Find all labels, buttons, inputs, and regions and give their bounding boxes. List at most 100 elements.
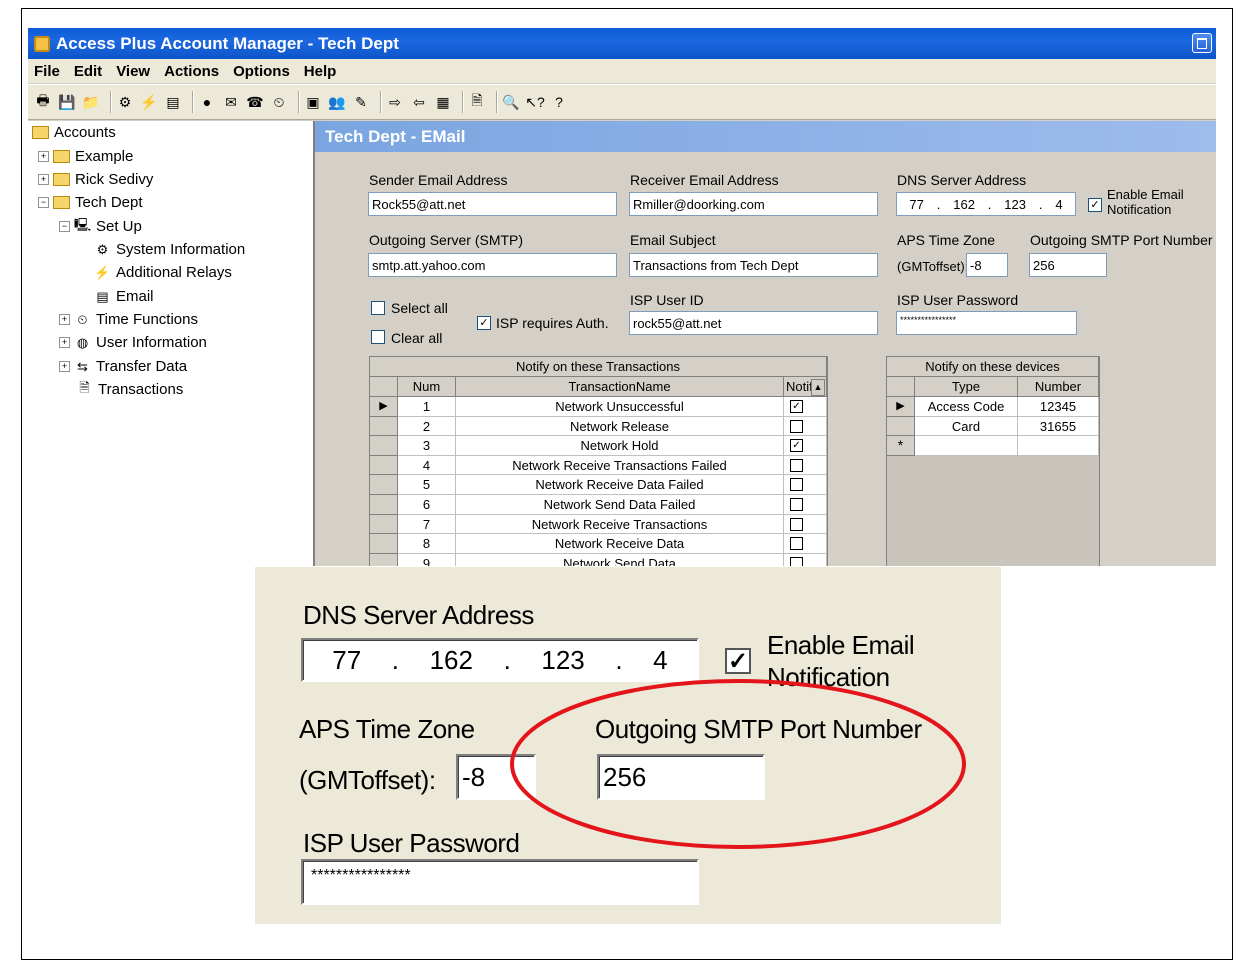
forward-arrow-icon[interactable]: ⇨	[386, 93, 404, 111]
collapse-icon[interactable]: −	[38, 197, 49, 208]
tree-item-user-information[interactable]: + ◍ User Information	[59, 334, 207, 351]
tree-item-system-information[interactable]: ⚙ System Information	[94, 241, 246, 258]
form-icon[interactable]: ▤	[164, 93, 182, 111]
tree-item-accounts[interactable]: Accounts	[32, 124, 116, 141]
expand-icon[interactable]: +	[59, 361, 70, 372]
relay-icon[interactable]: ⚡	[140, 93, 158, 111]
row-selector[interactable]	[370, 514, 398, 535]
row-selector[interactable]	[370, 534, 398, 554]
expand-icon[interactable]: +	[38, 151, 49, 162]
gmt-offset-field[interactable]: -8	[966, 253, 1008, 277]
users-icon[interactable]: 👥	[328, 93, 346, 111]
notify-checkbox[interactable]: ✓	[790, 400, 803, 413]
device-type-cell[interactable]: Card	[915, 416, 1018, 437]
row-selector[interactable]	[370, 416, 398, 437]
dns-server-field[interactable]: 77. 162. 123. 4	[896, 192, 1076, 216]
select-all-checkbox[interactable]	[371, 301, 385, 315]
tree-item-transactions[interactable]: 🗎 Transactions	[76, 380, 183, 399]
print-icon[interactable]: 🖶	[34, 92, 52, 111]
device-number-cell[interactable]	[1018, 436, 1099, 456]
current-row-pointer[interactable]: ▶	[887, 397, 915, 417]
expand-icon[interactable]: +	[59, 337, 70, 348]
number-header[interactable]: Number	[1018, 377, 1099, 397]
transaction-name-header[interactable]: TransactionName	[456, 377, 784, 397]
current-row-pointer[interactable]: ▶	[370, 397, 398, 417]
isp-user-label: ISP User ID	[630, 292, 704, 308]
context-help-icon[interactable]: ↖?	[525, 93, 545, 111]
row-selector[interactable]	[370, 553, 398, 566]
zoom-gmt-offset-field[interactable]: -8	[456, 754, 536, 800]
tree-item-tech-dept[interactable]: − Tech Dept	[38, 194, 143, 211]
notify-checkbox[interactable]	[790, 419, 803, 433]
tree-item-additional-relays[interactable]: ⚡ Additional Relays	[94, 264, 232, 281]
tree-item-set-up[interactable]: − 🖳 Set Up	[59, 217, 142, 235]
back-arrow-icon[interactable]: ⇦	[410, 93, 428, 111]
system-icon[interactable]: ⚙	[116, 93, 134, 111]
device-type-cell[interactable]: Access Code	[915, 397, 1018, 417]
enable-email-checkbox[interactable]: ✓	[1088, 198, 1102, 212]
isp-password-field[interactable]: ****************	[896, 311, 1077, 335]
sender-email-field[interactable]: Rock55@att.net	[368, 192, 617, 216]
find-icon[interactable]: 🔍	[502, 93, 520, 111]
row-selector[interactable]	[370, 455, 398, 476]
zoom-enable-email-checkbox[interactable]: ✓	[725, 648, 751, 674]
row-selector[interactable]	[887, 416, 915, 437]
zoom-dns-field[interactable]: 77. 162. 123. 4	[301, 638, 699, 682]
mail-icon[interactable]: ✉	[222, 93, 240, 111]
type-header[interactable]: Type	[915, 377, 1018, 397]
help-icon[interactable]: ?	[550, 93, 568, 111]
tree-item-email[interactable]: ▤ Email	[94, 288, 153, 305]
expand-icon[interactable]: +	[38, 174, 49, 185]
notify-header[interactable]: Notify ▲	[784, 377, 827, 397]
smtp-server-field[interactable]: smtp.att.yahoo.com	[368, 253, 617, 277]
notify-checkbox[interactable]	[790, 556, 803, 566]
menu-view[interactable]: View	[110, 63, 156, 80]
zoom-smtp-port-field[interactable]: 256	[597, 754, 765, 800]
menu-actions[interactable]: Actions	[158, 63, 225, 80]
menu-file[interactable]: File	[28, 63, 66, 80]
device-number-cell[interactable]: 12345	[1018, 397, 1099, 417]
device-type-cell[interactable]	[915, 436, 1018, 456]
phone-icon[interactable]: ☎	[246, 93, 264, 111]
row-selector[interactable]	[370, 475, 398, 495]
transaction-name-cell: Network Send Data	[456, 553, 784, 566]
menu-edit[interactable]: Edit	[68, 63, 108, 80]
restore-button[interactable]	[1192, 33, 1212, 53]
receiver-email-field[interactable]: Rmiller@doorking.com	[629, 192, 878, 216]
num-header[interactable]: Num	[398, 377, 456, 397]
row-selector[interactable]	[370, 436, 398, 456]
notify-checkbox[interactable]	[790, 478, 803, 492]
isp-auth-checkbox[interactable]: ✓	[477, 316, 491, 330]
notify-checkbox[interactable]	[790, 537, 803, 551]
menu-help[interactable]: Help	[298, 63, 343, 80]
open-folder-icon[interactable]: 📁	[82, 93, 100, 111]
notify-checkbox[interactable]	[790, 498, 803, 511]
key-icon[interactable]: ✎	[352, 93, 370, 111]
email-subject-field[interactable]: Transactions from Tech Dept	[629, 253, 878, 277]
clock-icon[interactable]: ⏲	[270, 93, 288, 111]
zoom-isp-password-field[interactable]: ****************	[301, 859, 699, 905]
save-icon[interactable]: 💾	[58, 93, 76, 111]
collapse-icon[interactable]: −	[59, 221, 70, 232]
tree-item-example[interactable]: + Example	[38, 148, 133, 165]
tree-item-transfer-data[interactable]: + ⇆ Transfer Data	[59, 358, 187, 375]
row-selector[interactable]	[370, 495, 398, 515]
tree-item-time-functions[interactable]: + ⏲ Time Functions	[59, 311, 198, 328]
clear-all-checkbox[interactable]	[371, 330, 385, 344]
notify-checkbox[interactable]: ✓	[790, 439, 803, 453]
scroll-up-icon[interactable]: ▲	[811, 379, 825, 396]
device-number-cell[interactable]: 31655	[1018, 416, 1099, 437]
app-icon	[34, 35, 50, 52]
tree-item-rick-sedivy[interactable]: + Rick Sedivy	[38, 171, 153, 188]
notify-checkbox[interactable]	[790, 458, 803, 472]
new-row-marker[interactable]: *	[887, 436, 915, 456]
expand-icon[interactable]: +	[59, 314, 70, 325]
address-book-icon[interactable]: ▣	[304, 93, 322, 111]
notify-checkbox[interactable]	[790, 517, 803, 531]
menu-options[interactable]: Options	[227, 63, 296, 80]
window-icon[interactable]: ▦	[434, 93, 452, 111]
globe-icon[interactable]: ●	[198, 93, 216, 111]
smtp-port-field[interactable]: 256	[1029, 253, 1107, 277]
isp-user-field[interactable]: rock55@att.net	[629, 311, 878, 335]
document-icon[interactable]: 🗎	[468, 92, 486, 111]
